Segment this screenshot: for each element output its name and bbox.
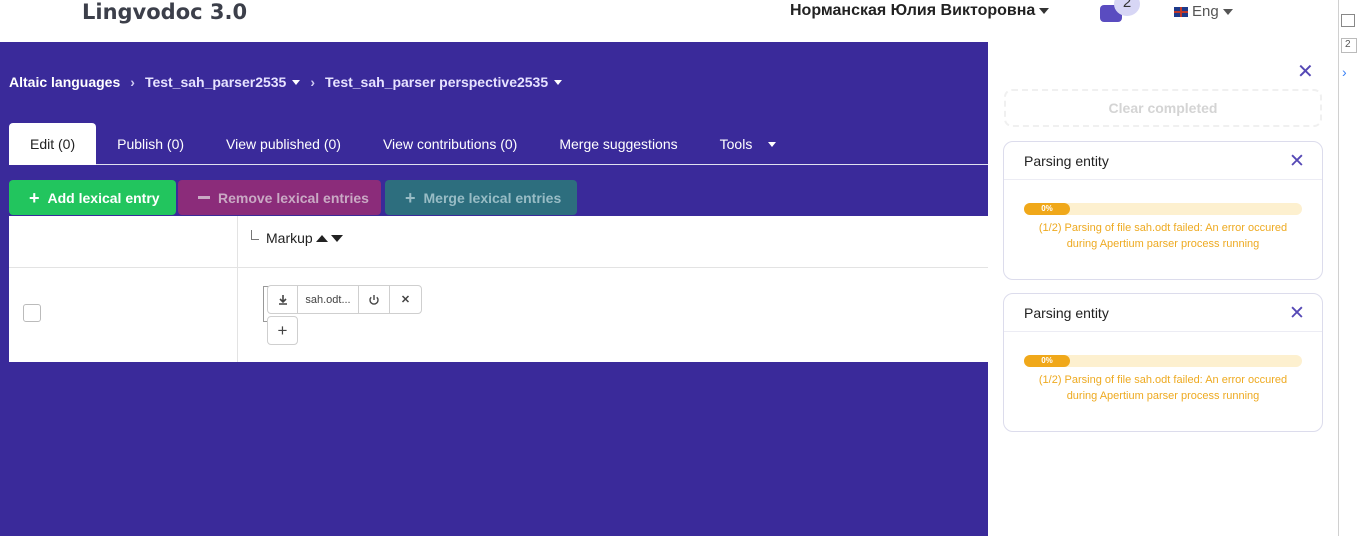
devtools-counter: 2 xyxy=(1341,38,1357,53)
chevron-right-icon: › xyxy=(130,74,135,90)
add-lexical-entry-button[interactable]: + Add lexical entry xyxy=(9,180,176,215)
close-icon[interactable]: ✕ xyxy=(1297,59,1314,84)
uk-flag-icon xyxy=(1174,6,1188,17)
plus-icon: + xyxy=(29,187,40,208)
user-name: Норманская Юлия Викторовна xyxy=(790,2,1036,19)
sort-ascending-icon[interactable] xyxy=(315,234,328,242)
task-card-header: Parsing entity ✕ xyxy=(1004,294,1322,332)
sort-descending-icon[interactable] xyxy=(330,234,343,242)
power-icon[interactable] xyxy=(359,286,390,313)
tab-publish[interactable]: Publish (0) xyxy=(96,123,205,165)
task-card: Parsing entity ✕ 0% (1/2) Parsing of fil… xyxy=(1003,141,1323,280)
tab-view-contributions[interactable]: View contributions (0) xyxy=(362,123,538,165)
task-title: Parsing entity xyxy=(1024,305,1109,321)
task-progress-bar: 0% xyxy=(1024,203,1302,215)
user-menu[interactable]: Норманская Юлия Викторовна xyxy=(790,2,1050,20)
download-icon[interactable] xyxy=(268,286,298,313)
row-select-checkbox[interactable] xyxy=(23,304,41,322)
add-markup-button[interactable]: + xyxy=(267,316,298,345)
devtools-strip: 2 › xyxy=(1338,0,1357,536)
breadcrumb-item-language[interactable]: Altaic languages xyxy=(9,74,120,90)
close-icon[interactable]: ✕ xyxy=(390,286,421,313)
chevron-down-icon xyxy=(768,141,777,147)
task-title: Parsing entity xyxy=(1024,153,1109,169)
task-card-header: Parsing entity ✕ xyxy=(1004,142,1322,180)
chevron-right-icon: › xyxy=(310,74,316,90)
remove-label: Remove lexical entries xyxy=(218,189,369,206)
chevron-right-icon[interactable]: › xyxy=(1342,64,1347,80)
language-label: Eng xyxy=(1192,3,1219,20)
column-header-markup[interactable]: Markup xyxy=(251,230,343,246)
lexical-entries-table: Markup sah.odt... ✕ + xyxy=(9,216,988,362)
task-card: Parsing entity ✕ 0% (1/2) Parsing of fil… xyxy=(1003,293,1323,432)
merge-label: Merge lexical entries xyxy=(423,189,562,206)
tasks-panel: ✕ Clear completed Parsing entity ✕ 0% (1… xyxy=(988,42,1338,536)
merge-lexical-entries-button[interactable]: + Merge lexical entries xyxy=(385,180,577,215)
dock-icon[interactable] xyxy=(1341,14,1355,27)
progress-fill: 0% xyxy=(1024,203,1070,215)
breadcrumb-label: Test_sah_parser perspective2535 xyxy=(325,74,549,90)
table-header: Markup xyxy=(9,216,988,268)
progress-fill: 0% xyxy=(1024,355,1070,367)
column-divider xyxy=(237,216,238,362)
add-label: Add lexical entry xyxy=(47,189,160,206)
close-icon[interactable]: ✕ xyxy=(1289,302,1305,325)
tab-edit[interactable]: Edit (0) xyxy=(9,123,97,165)
breadcrumb-item-dictionary[interactable]: Test_sah_parser2535 xyxy=(144,74,301,90)
clear-completed-button[interactable]: Clear completed xyxy=(1004,89,1322,127)
markup-file-group: sah.odt... ✕ xyxy=(267,285,422,314)
file-name[interactable]: sah.odt... xyxy=(298,286,359,313)
breadcrumb-item-perspective[interactable]: Test_sah_parser perspective2535 xyxy=(325,74,563,90)
column-label: Markup xyxy=(266,230,313,246)
chevron-down-icon xyxy=(554,79,563,85)
close-icon[interactable]: ✕ xyxy=(1289,150,1305,173)
breadcrumb-label: Test_sah_parser2535 xyxy=(144,74,287,90)
chevron-down-icon xyxy=(292,79,301,85)
minus-icon xyxy=(198,196,210,199)
task-message: (1/2) Parsing of file sah.odt failed: An… xyxy=(1038,374,1288,402)
tree-corner-icon xyxy=(251,230,259,240)
tab-tools[interactable]: Tools xyxy=(699,123,798,165)
task-progress-bar: 0% xyxy=(1024,355,1302,367)
plus-icon: + xyxy=(405,187,416,208)
breadcrumb: Altaic languages › Test_sah_parser2535 ›… xyxy=(9,74,563,90)
plus-icon: + xyxy=(277,320,288,340)
language-selector[interactable]: Eng xyxy=(1174,3,1233,20)
chevron-down-icon xyxy=(1039,8,1050,14)
tab-view-published[interactable]: View published (0) xyxy=(205,123,362,165)
remove-lexical-entries-button[interactable]: Remove lexical entries xyxy=(178,180,381,215)
top-bar: Lingvodoc 3.0 Норманская Юлия Викторовна… xyxy=(0,0,1338,42)
tasks-button[interactable]: 2 xyxy=(1097,0,1143,26)
tab-merge-suggestions[interactable]: Merge suggestions xyxy=(538,123,698,165)
app-logo[interactable]: Lingvodoc 3.0 xyxy=(82,0,247,24)
tab-tools-label: Tools xyxy=(719,136,753,152)
task-message: (1/2) Parsing of file sah.odt failed: An… xyxy=(1038,222,1288,250)
chevron-down-icon xyxy=(1222,8,1233,15)
perspective-tabs: Edit (0) Publish (0) View published (0) … xyxy=(9,123,988,165)
